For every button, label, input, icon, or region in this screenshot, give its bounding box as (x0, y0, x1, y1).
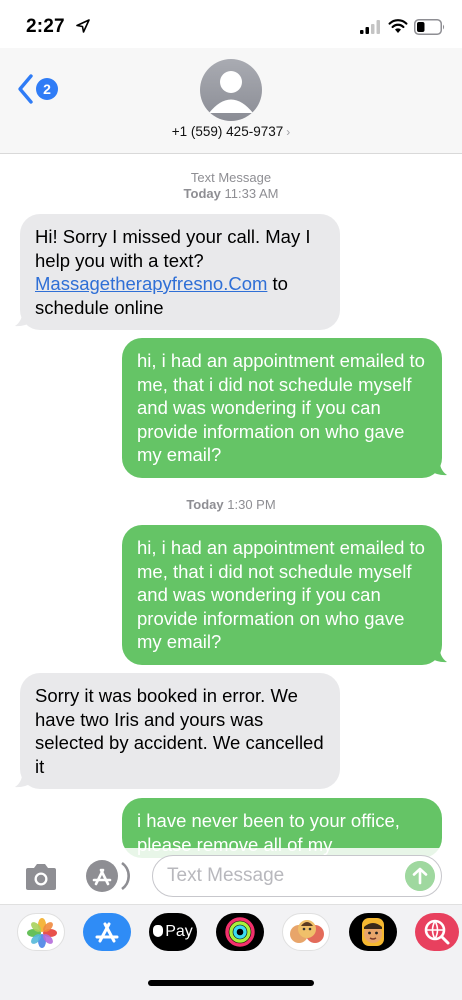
memoji-faces-icon (290, 920, 324, 943)
timestamp-time: 1:30 PM (227, 497, 276, 512)
timestamp-time: 11:33 AM (224, 186, 279, 201)
search-images-app[interactable] (415, 913, 459, 951)
incoming-message[interactable]: Hi! Sorry I missed your call. May I help… (20, 214, 340, 330)
activity-rings-icon (225, 917, 255, 947)
send-arrow-icon[interactable] (405, 861, 435, 891)
app-store-apps-icon[interactable] (84, 858, 132, 894)
app-store-app[interactable] (83, 913, 131, 951)
outgoing-message[interactable]: hi, i had an appointment emailed to me, … (122, 525, 442, 665)
cellular-signal-icon (360, 20, 380, 34)
chevron-left-icon (18, 74, 33, 104)
memoji-stickers-app[interactable] (282, 913, 330, 951)
status-time: 2:27 (26, 16, 65, 37)
animoji-face-icon (362, 918, 384, 946)
timestamp-day: Today (186, 497, 224, 512)
apple-pay-label: Pay (165, 923, 193, 940)
camera-icon[interactable] (22, 862, 60, 892)
service-label: Text Message (190, 170, 272, 185)
unread-count-badge: 2 (36, 78, 58, 100)
battery-icon (414, 19, 445, 35)
home-indicator[interactable] (148, 980, 314, 986)
timestamp-header: Text Message Today 11:33 AM (0, 170, 462, 202)
message-text: Hi! Sorry I missed your call. May I help… (35, 226, 311, 271)
app-store-icon (95, 922, 119, 943)
activity-app[interactable] (216, 913, 264, 951)
incoming-message[interactable]: Sorry it was booked in error. We have tw… (20, 673, 340, 789)
location-arrow-icon (76, 19, 90, 33)
back-button[interactable]: 2 (16, 72, 66, 106)
apple-pay-app[interactable]: Pay (149, 913, 197, 951)
contact-name-button[interactable]: +1 (559) 425-9737 › (0, 124, 462, 139)
chevron-right-icon: › (286, 125, 291, 139)
outgoing-message[interactable]: hi, i had an appointment emailed to me, … (122, 338, 442, 478)
status-bar: 2:27 (0, 0, 462, 48)
wifi-icon (388, 19, 408, 33)
contact-number: +1 (559) 425-9737 (171, 124, 284, 139)
animoji-app[interactable] (349, 913, 397, 951)
message-input-field[interactable] (152, 855, 442, 897)
compose-bar (0, 848, 462, 904)
message-link[interactable]: Massagetherapyfresno.Com (35, 273, 267, 294)
globe-search-icon (424, 919, 450, 945)
message-input[interactable] (167, 862, 397, 890)
person-silhouette-icon (209, 71, 253, 113)
timestamp-header: Today 1:30 PM (0, 497, 462, 513)
apple-logo-icon (153, 925, 164, 937)
conversation-header: 2 +1 (559) 425-9737 › (0, 48, 462, 154)
timestamp-day: Today (183, 186, 221, 201)
photos-app[interactable] (17, 913, 65, 951)
contact-avatar[interactable] (200, 59, 262, 121)
photos-flower-icon (27, 918, 57, 948)
